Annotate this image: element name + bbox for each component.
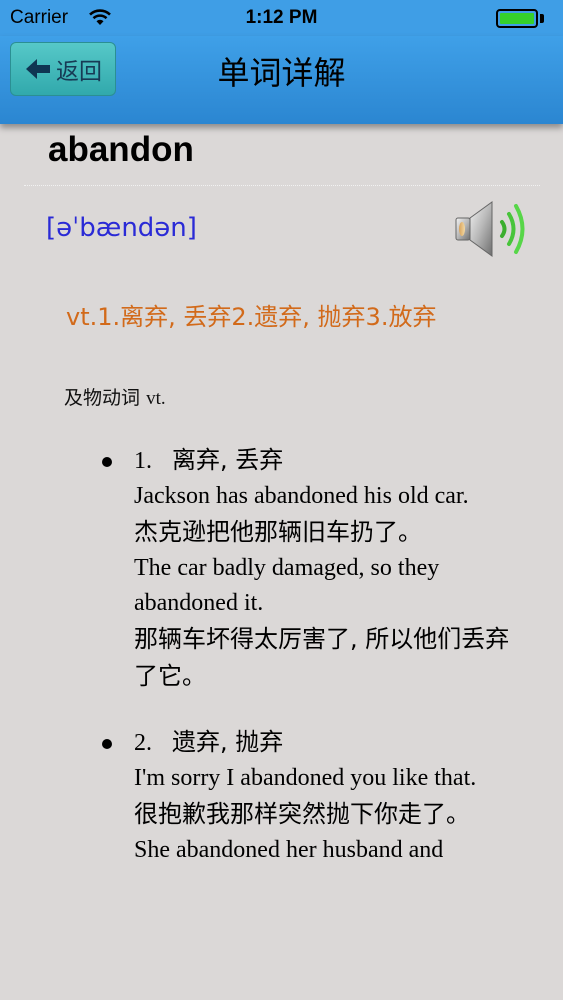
pos-label-abbr: vt. <box>146 388 166 409</box>
part-of-speech-label: 及物动词 vt. <box>64 383 166 410</box>
definition-number: 1. <box>134 448 152 474</box>
nav-bar: 返回 单词详解 <box>0 36 563 124</box>
definition-list: 1. 离弃, 丢弃 Jackson has abandoned his old c… <box>100 443 520 898</box>
example-zh: 杰克逊把他那辆旧车扔了。 <box>134 518 422 546</box>
list-item: 1. 离弃, 丢弃 Jackson has abandoned his old c… <box>100 443 520 695</box>
page-title: 单词详解 <box>217 54 346 92</box>
word-heading: abandon <box>48 130 194 169</box>
status-bar: Carrier 1:12 PM <box>0 0 563 36</box>
definition-heading: 2. 遗弃, 抛弃 <box>134 725 520 761</box>
bullet-icon <box>102 739 112 749</box>
definition-number: 2. <box>134 730 152 756</box>
list-item: 2. 遗弃, 抛弃 I'm sorry I abandoned you like … <box>100 725 520 868</box>
speaker-icon[interactable] <box>452 196 532 262</box>
definition-heading: 1. 离弃, 丢弃 <box>134 443 520 479</box>
phonetic-text: [əˈbændən] <box>46 213 197 243</box>
status-time: 1:12 PM <box>245 7 318 28</box>
example-en: She abandoned her husband and <box>134 837 444 863</box>
example-zh: 很抱歉我那样突然抛下你走了。 <box>134 800 470 828</box>
pos-label-zh: 及物动词 <box>64 387 141 409</box>
battery-tip <box>540 14 544 23</box>
definition-summary: vt.1.离弃, 丢弃2.遗弃, 抛弃3.放弃 <box>66 303 437 331</box>
definition-meaning: 遗弃, 抛弃 <box>172 728 284 756</box>
example-en: Jackson has abandoned his old car. <box>134 483 469 509</box>
divider <box>24 185 540 186</box>
definition-meaning: 离弃, 丢弃 <box>172 446 284 474</box>
example-zh: 那辆车坏得太厉害了, 所以他们丢弃了它。 <box>134 625 510 690</box>
bullet-icon <box>102 457 112 467</box>
example-en: The car badly damaged, so they abandoned… <box>134 555 440 616</box>
battery-icon <box>496 9 538 28</box>
example-en: I'm sorry I abandoned you like that. <box>134 765 477 791</box>
